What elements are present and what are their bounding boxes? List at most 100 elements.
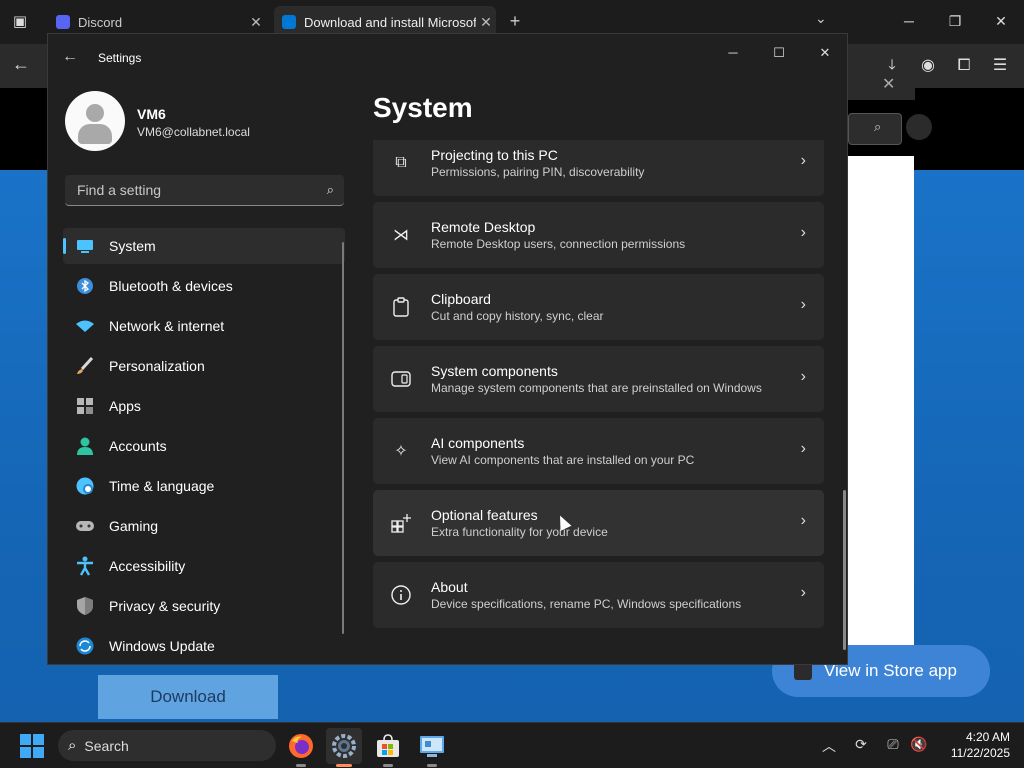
card-title: AI components	[431, 435, 525, 451]
card-title: Remote Desktop	[431, 219, 536, 235]
minimize-icon[interactable]: ─	[719, 42, 747, 64]
nav-scrollbar[interactable]	[342, 242, 344, 634]
sidebar-item-label: Windows Update	[109, 638, 215, 654]
sidebar-item-label: Personalization	[109, 358, 205, 374]
taskbar-app-control-panel[interactable]	[414, 728, 450, 767]
find-setting-box[interactable]: ⌕	[65, 175, 344, 206]
search-icon[interactable]: ⌕	[874, 119, 881, 135]
display-icon[interactable]: ⎚	[883, 736, 903, 753]
page-title: System	[373, 92, 473, 123]
gamepad-icon	[75, 516, 95, 536]
sidebar-item-windows-update[interactable]: Windows Update	[63, 628, 345, 664]
download-button[interactable]: Download	[98, 675, 278, 719]
card-title: System components	[431, 363, 558, 379]
close-tab-icon[interactable]: ✕	[476, 14, 496, 31]
sidebar-item-privacy[interactable]: Privacy & security	[63, 588, 345, 624]
avatar-body	[78, 124, 112, 144]
store-icon	[377, 734, 399, 757]
chevron-right-icon: ›	[800, 296, 806, 313]
sidebar-item-label: Network & internet	[109, 318, 225, 334]
running-indicator	[336, 764, 352, 767]
avatar[interactable]	[65, 91, 125, 151]
sync-icon[interactable]: ⟳	[851, 736, 871, 753]
search-icon[interactable]: ⌕	[327, 182, 334, 198]
user-email: VM6@collabnet.local	[137, 125, 250, 139]
sidebar-item-gaming[interactable]: Gaming	[63, 508, 345, 544]
new-tab-button[interactable]: +	[504, 10, 526, 32]
card-clipboard[interactable]: Clipboard Cut and copy history, sync, cl…	[373, 274, 824, 340]
back-arrow-icon[interactable]: ←	[62, 48, 78, 66]
sidebar-item-label: System	[109, 238, 156, 254]
settings-gear-icon	[332, 734, 356, 758]
sidebar-item-apps[interactable]: Apps	[63, 388, 345, 424]
tab-title: Discord	[78, 14, 123, 30]
sidebar-item-bluetooth[interactable]: Bluetooth & devices	[63, 268, 345, 304]
browser-back-icon[interactable]: ←	[12, 54, 30, 75]
running-indicator	[427, 764, 437, 767]
menu-icon[interactable]: ☰	[988, 54, 1012, 78]
store-popup-body	[848, 156, 914, 662]
accessibility-icon	[75, 556, 95, 576]
store-avatar[interactable]	[906, 114, 932, 140]
sidebar-item-label: Gaming	[109, 518, 159, 534]
maximize-icon[interactable]: ☐	[765, 42, 793, 64]
sidebar-item-network[interactable]: Network & internet	[63, 308, 345, 344]
sidebar-item-time-language[interactable]: Time & language	[63, 468, 345, 504]
optional-features-icon	[390, 512, 412, 534]
browser-minimize-icon[interactable]: ─	[894, 8, 924, 34]
content-scrollbar[interactable]	[843, 490, 846, 650]
card-title: Optional features	[431, 507, 538, 523]
tab-title: Download and install Microsoft	[304, 14, 476, 30]
clock-time: 4:20 AM	[965, 730, 1010, 744]
remote-desktop-icon: ⋊	[393, 227, 409, 244]
running-indicator	[383, 764, 393, 767]
start-button[interactable]	[20, 734, 44, 758]
settings-content: ⧉ Projecting to this PC Permissions, pai…	[373, 140, 824, 660]
close-tab-icon[interactable]: ✕	[246, 14, 266, 31]
ai-components-icon: ✧	[394, 443, 408, 460]
taskbar-search[interactable]: ⌕ Search	[58, 730, 276, 761]
card-projecting[interactable]: ⧉ Projecting to this PC Permissions, pai…	[373, 140, 824, 196]
sidebar-item-accessibility[interactable]: Accessibility	[63, 548, 345, 584]
card-ai-components[interactable]: ✧ AI components View AI components that …	[373, 418, 824, 484]
card-title: Projecting to this PC	[431, 147, 558, 163]
card-description: Remote Desktop users, connection permiss…	[431, 237, 686, 251]
projecting-icon: ⧉	[395, 154, 407, 171]
search-icon: ⌕	[68, 737, 77, 754]
card-system-components[interactable]: System components Manage system componen…	[373, 346, 824, 412]
card-about[interactable]: About Device specifications, rename PC, …	[373, 562, 824, 628]
taskbar-app-store[interactable]	[370, 728, 406, 767]
tab-list-chevron-icon[interactable]: ⌄	[815, 10, 827, 27]
chevron-up-icon[interactable]: ︿	[819, 736, 839, 756]
clipboard-icon	[390, 296, 412, 318]
taskbar-app-settings[interactable]	[326, 728, 362, 767]
search-input[interactable]	[75, 181, 309, 199]
monitor-icon	[75, 236, 95, 256]
chevron-right-icon: ›	[800, 440, 806, 457]
account-icon[interactable]: ◉	[916, 54, 940, 78]
chevron-right-icon: ›	[800, 152, 806, 169]
card-description: Device specifications, rename PC, Window…	[431, 597, 742, 611]
sidebar-item-system[interactable]: System	[63, 228, 345, 264]
network-disconnected-icon[interactable]: 🔇	[909, 736, 929, 753]
sidebar-item-personalization[interactable]: Personalization	[63, 348, 345, 384]
control-panel-icon	[420, 736, 444, 757]
browser-maximize-icon[interactable]: ❐	[940, 8, 970, 34]
sidebar-item-label: Bluetooth & devices	[109, 278, 233, 294]
window-title: Settings	[98, 51, 142, 65]
store-popup-close-icon[interactable]: ✕	[882, 74, 895, 94]
close-icon[interactable]: ✕	[811, 42, 839, 64]
browser-close-icon[interactable]: ✕	[986, 8, 1016, 34]
taskbar: ⌕ Search ︿ ⟳ ⎚ 🔇 4:20 AM 11/22/2025	[0, 722, 1024, 768]
tab-actions-icon[interactable]: ▣	[8, 10, 32, 34]
extensions-icon[interactable]: ⧠	[952, 54, 976, 78]
running-indicator	[296, 764, 306, 767]
sidebar-item-accounts[interactable]: Accounts	[63, 428, 345, 464]
card-remote-desktop[interactable]: ⋊ Remote Desktop Remote Desktop users, c…	[373, 202, 824, 268]
update-icon	[75, 636, 95, 656]
taskbar-app-firefox[interactable]	[283, 728, 319, 767]
card-optional-features[interactable]: Optional features Extra functionality fo…	[373, 490, 824, 556]
card-title: About	[431, 579, 468, 595]
sidebar-item-label: Time & language	[109, 478, 215, 494]
system-clock[interactable]: 4:20 AM 11/22/2025	[938, 729, 1010, 761]
